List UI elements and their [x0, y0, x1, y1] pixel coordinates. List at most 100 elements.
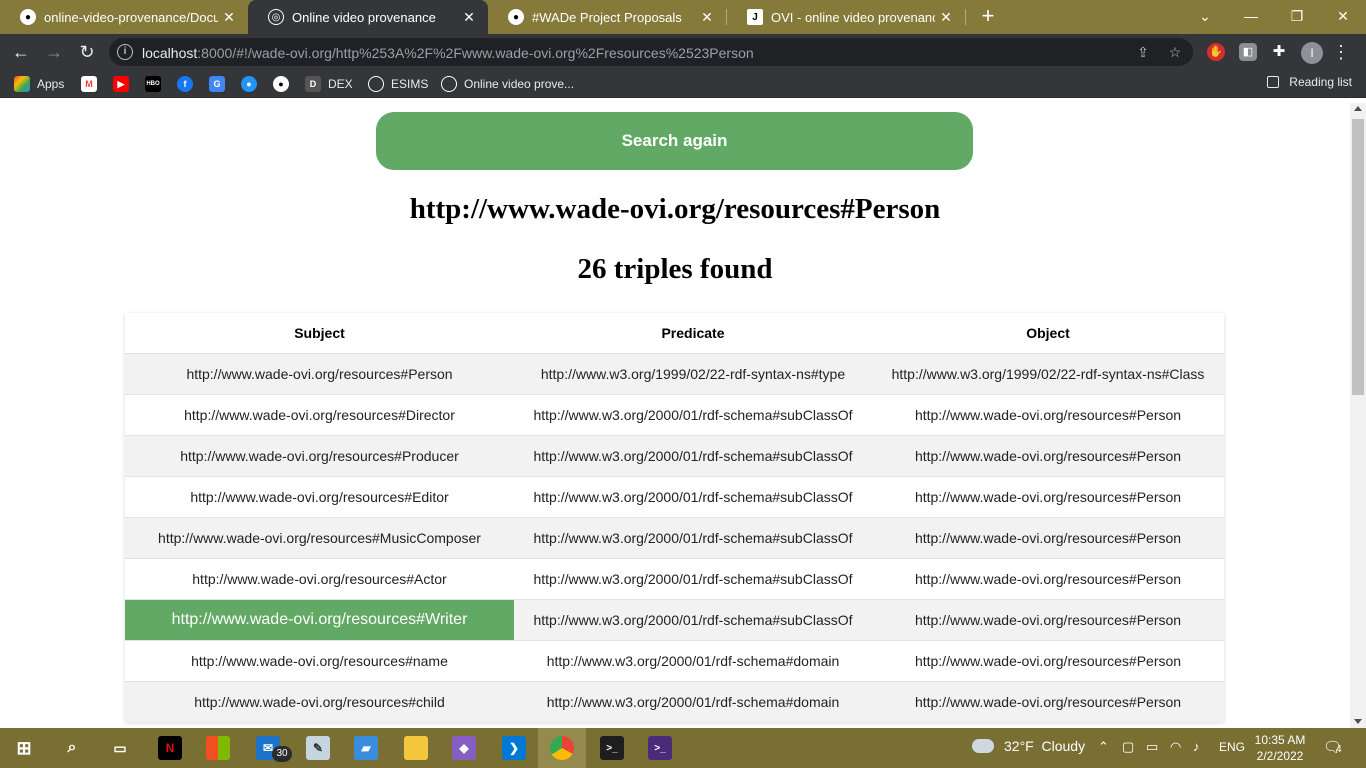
taskbar-powershell[interactable]: >_: [636, 728, 684, 768]
page-scrollbar[interactable]: [1350, 103, 1366, 728]
table-row[interactable]: http://www.wade-ovi.org/resources#name ht…: [125, 639, 1224, 681]
predicate-cell[interactable]: http://www.w3.org/2000/01/rdf-schema#dom…: [514, 680, 872, 722]
taskbar-search-button[interactable]: ⌕: [48, 728, 96, 768]
tab-github-docs[interactable]: ● online-video-provenance/Docum ✕: [0, 0, 248, 34]
subject-cell[interactable]: http://www.wade-ovi.org/resources#Actor: [125, 557, 514, 599]
tab-search-chevron-icon[interactable]: ⌄: [1182, 0, 1228, 32]
bookmark-youtube[interactable]: ▶: [113, 75, 136, 93]
predicate-cell[interactable]: http://www.w3.org/2000/01/rdf-schema#sub…: [514, 598, 872, 640]
close-tab-icon[interactable]: ✕: [696, 9, 718, 26]
table-row[interactable]: http://www.wade-ovi.org/resources#Actor h…: [125, 557, 1224, 599]
object-cell[interactable]: http://www.wade-ovi.org/resources#Person: [872, 639, 1224, 681]
subject-cell[interactable]: http://www.wade-ovi.org/resources#Editor: [125, 475, 514, 517]
subject-cell[interactable]: http://www.wade-ovi.org/resources#MusicC…: [125, 516, 514, 558]
bookmark-apps[interactable]: Apps: [14, 75, 64, 93]
object-cell[interactable]: http://www.wade-ovi.org/resources#Person: [872, 475, 1224, 517]
object-cell[interactable]: http://www.wade-ovi.org/resources#Person: [872, 680, 1224, 722]
extensions-puzzle-icon[interactable]: ✚: [1270, 43, 1288, 61]
volume-icon[interactable]: ♪: [1193, 739, 1200, 754]
bookmark-star-icon[interactable]: ☆: [1166, 43, 1184, 61]
menu-kebab-icon[interactable]: ⋮: [1332, 42, 1350, 62]
scrollbar-thumb[interactable]: [1352, 119, 1364, 395]
table-row[interactable]: http://www.wade-ovi.org/resources#child h…: [125, 680, 1224, 722]
reading-list-button[interactable]: Reading list: [1267, 75, 1352, 89]
subject-cell[interactable]: http://www.wade-ovi.org/resources#Person: [125, 352, 514, 394]
bookmark-esims[interactable]: ESIMS: [368, 75, 428, 93]
bookmark-facebook[interactable]: f: [177, 75, 200, 93]
bookmark-hbo[interactable]: HBO: [145, 75, 168, 93]
system-clock[interactable]: 10:35 AM 2/2/2022: [1248, 732, 1312, 764]
close-tab-icon[interactable]: ✕: [218, 9, 240, 26]
bookmark-dex[interactable]: D DEX: [305, 75, 353, 93]
taskbar-laptop[interactable]: ▰: [342, 728, 390, 768]
wifi-icon[interactable]: ◠: [1170, 739, 1181, 755]
table-row[interactable]: http://www.wade-ovi.org/resources#Direct…: [125, 393, 1224, 435]
show-hidden-icons-chevron-icon[interactable]: ⌃: [1098, 739, 1109, 755]
object-cell[interactable]: http://www.wade-ovi.org/resources#Person: [872, 598, 1224, 640]
bookmark-github[interactable]: ●: [273, 75, 296, 93]
taskbar-paint[interactable]: ✎: [294, 728, 342, 768]
taskbar-vscode[interactable]: ❯: [490, 728, 538, 768]
taskbar-terminal[interactable]: >_: [588, 728, 636, 768]
subject-cell[interactable]: http://www.wade-ovi.org/resources#child: [125, 680, 514, 722]
tab-wade-project-proposals[interactable]: ● #WADe Project Proposals ✕: [488, 0, 726, 34]
table-row[interactable]: http://www.wade-ovi.org/resources#Writer…: [125, 598, 1224, 640]
close-window-button[interactable]: ✕: [1320, 0, 1366, 32]
tab-online-video-provenance[interactable]: ◎ Online video provenance ✕: [248, 0, 488, 34]
object-cell[interactable]: http://www.w3.org/1999/02/22-rdf-syntax-…: [872, 352, 1224, 394]
predicate-cell[interactable]: http://www.w3.org/2000/01/rdf-schema#sub…: [514, 434, 872, 476]
tab-ovi-jira[interactable]: J OVI - online video provenance - ✕: [727, 0, 965, 34]
object-cell[interactable]: http://www.wade-ovi.org/resources#Person: [872, 516, 1224, 558]
subject-cell[interactable]: http://www.wade-ovi.org/resources#Writer: [125, 598, 514, 640]
extension-icon[interactable]: ◧: [1239, 43, 1257, 61]
table-row[interactable]: http://www.wade-ovi.org/resources#Editor…: [125, 475, 1224, 517]
taskbar-file-explorer[interactable]: [392, 728, 440, 768]
scroll-down-arrow-icon[interactable]: [1354, 719, 1362, 724]
share-icon[interactable]: ⇪: [1134, 43, 1152, 61]
taskbar-netflix[interactable]: N: [146, 728, 194, 768]
url-text[interactable]: localhost:8000/#!/wade-ovi.org/http%253A…: [142, 45, 754, 61]
bookmark-gmail[interactable]: M: [81, 75, 104, 93]
taskbar-store[interactable]: [194, 728, 242, 768]
scroll-up-arrow-icon[interactable]: [1354, 106, 1362, 111]
reload-button[interactable]: ↻: [74, 39, 100, 65]
language-indicator[interactable]: ENG: [1219, 740, 1245, 754]
profile-avatar[interactable]: I: [1301, 42, 1323, 64]
minimize-button[interactable]: —: [1228, 0, 1274, 32]
subject-cell[interactable]: http://www.wade-ovi.org/resources#Direct…: [125, 393, 514, 435]
back-button[interactable]: ←: [8, 39, 34, 65]
subject-cell[interactable]: http://www.wade-ovi.org/resources#Produc…: [125, 434, 514, 476]
meet-now-icon[interactable]: ▢: [1122, 739, 1134, 755]
object-cell[interactable]: http://www.wade-ovi.org/resources#Person: [872, 393, 1224, 435]
notification-center-button[interactable]: 🗨4: [1323, 738, 1342, 756]
adblock-extension-icon[interactable]: ✋: [1207, 43, 1225, 61]
predicate-cell[interactable]: http://www.w3.org/2000/01/rdf-schema#dom…: [514, 639, 872, 681]
predicate-cell[interactable]: http://www.w3.org/2000/01/rdf-schema#sub…: [514, 393, 872, 435]
site-info-icon[interactable]: i: [117, 44, 133, 60]
table-row[interactable]: http://www.wade-ovi.org/resources#Person…: [125, 352, 1224, 394]
object-cell[interactable]: http://www.wade-ovi.org/resources#Person: [872, 557, 1224, 599]
predicate-cell[interactable]: http://www.w3.org/1999/02/22-rdf-syntax-…: [514, 352, 872, 394]
object-cell[interactable]: http://www.wade-ovi.org/resources#Person: [872, 434, 1224, 476]
taskbar-chrome[interactable]: [538, 728, 586, 768]
subject-cell[interactable]: http://www.wade-ovi.org/resources#name: [125, 639, 514, 681]
start-button[interactable]: ⊞: [0, 728, 48, 768]
new-tab-button[interactable]: +: [976, 5, 1000, 29]
address-bar[interactable]: i localhost:8000/#!/wade-ovi.org/http%25…: [109, 38, 1193, 66]
predicate-cell[interactable]: http://www.w3.org/2000/01/rdf-schema#sub…: [514, 557, 872, 599]
bookmark-online-video-provenance[interactable]: Online video prove...: [441, 75, 574, 93]
bookmark-bird[interactable]: ●: [241, 75, 264, 93]
bookmark-translate[interactable]: G: [209, 75, 232, 93]
taskbar-visual-studio[interactable]: ◆: [440, 728, 488, 768]
predicate-cell[interactable]: http://www.w3.org/2000/01/rdf-schema#sub…: [514, 516, 872, 558]
predicate-cell[interactable]: http://www.w3.org/2000/01/rdf-schema#sub…: [514, 475, 872, 517]
battery-icon[interactable]: ▭: [1146, 739, 1158, 755]
task-view-button[interactable]: ▭: [96, 728, 144, 768]
search-again-button[interactable]: Search again: [376, 112, 973, 170]
close-tab-icon[interactable]: ✕: [458, 9, 480, 26]
table-row[interactable]: http://www.wade-ovi.org/resources#Produc…: [125, 434, 1224, 476]
close-tab-icon[interactable]: ✕: [935, 9, 957, 26]
restore-button[interactable]: ❐: [1274, 0, 1320, 32]
table-row[interactable]: http://www.wade-ovi.org/resources#MusicC…: [125, 516, 1224, 558]
forward-button[interactable]: →: [41, 39, 67, 65]
